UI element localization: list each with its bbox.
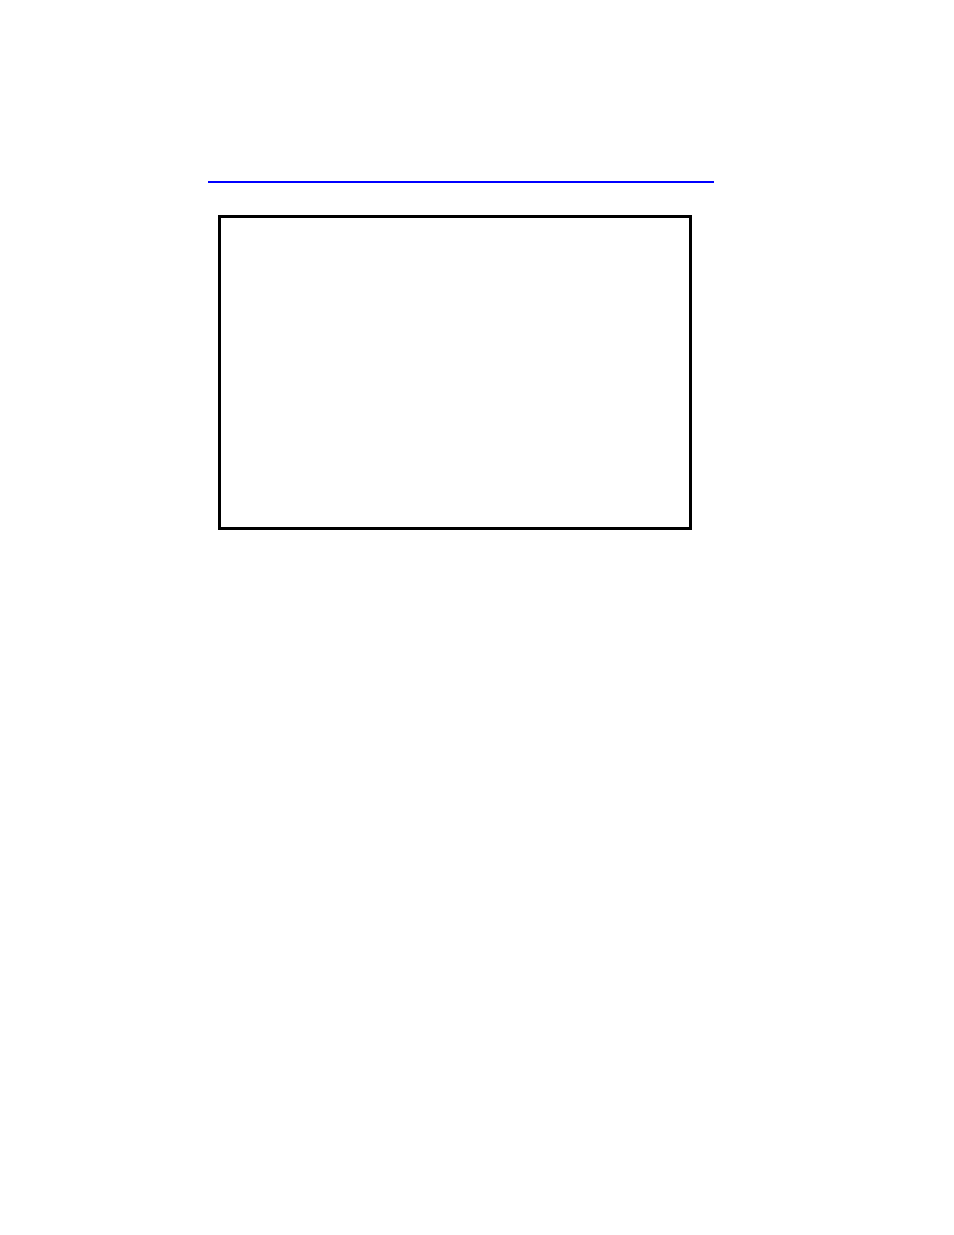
- horizontal-rule: [208, 181, 714, 183]
- content-box: [218, 215, 692, 530]
